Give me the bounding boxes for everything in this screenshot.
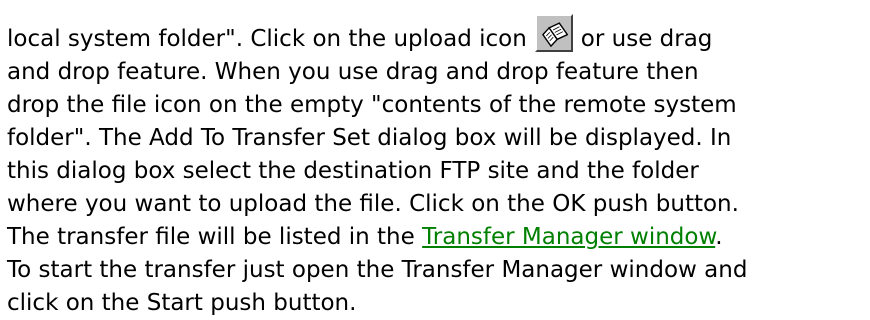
upload-icon[interactable] — [534, 14, 573, 52]
line7-text-after-link: . — [715, 224, 723, 250]
line1-text-after-icon: or use drag — [580, 26, 713, 52]
transfer-manager-window-link[interactable]: Transfer Manager window — [422, 224, 715, 250]
text-line-2: and drop feature. When you use drag and … — [7, 59, 699, 85]
text-line-9: click on the Start push button. — [7, 290, 357, 316]
text-line-7: The transfer file will be listed in the … — [7, 221, 867, 254]
text-line-3: drop the file icon on the empty "content… — [7, 92, 737, 118]
line7-text-before-link: The transfer file will be listed in the — [7, 224, 423, 250]
text-line-6: where you want to upload the file. Click… — [7, 191, 739, 217]
text-line-1: local system folder". Click on the uploa… — [7, 0, 867, 56]
help-paragraph: local system folder". Click on the uploa… — [7, 0, 867, 320]
line1-text-before-icon: local system folder". Click on the uploa… — [7, 26, 527, 52]
text-line-5: this dialog box select the destination F… — [7, 158, 699, 184]
text-line-4: folder". The Add To Transfer Set dialog … — [7, 125, 732, 151]
text-line-8: To start the transfer just open the Tran… — [7, 257, 748, 283]
upload-book-icon — [541, 22, 568, 47]
